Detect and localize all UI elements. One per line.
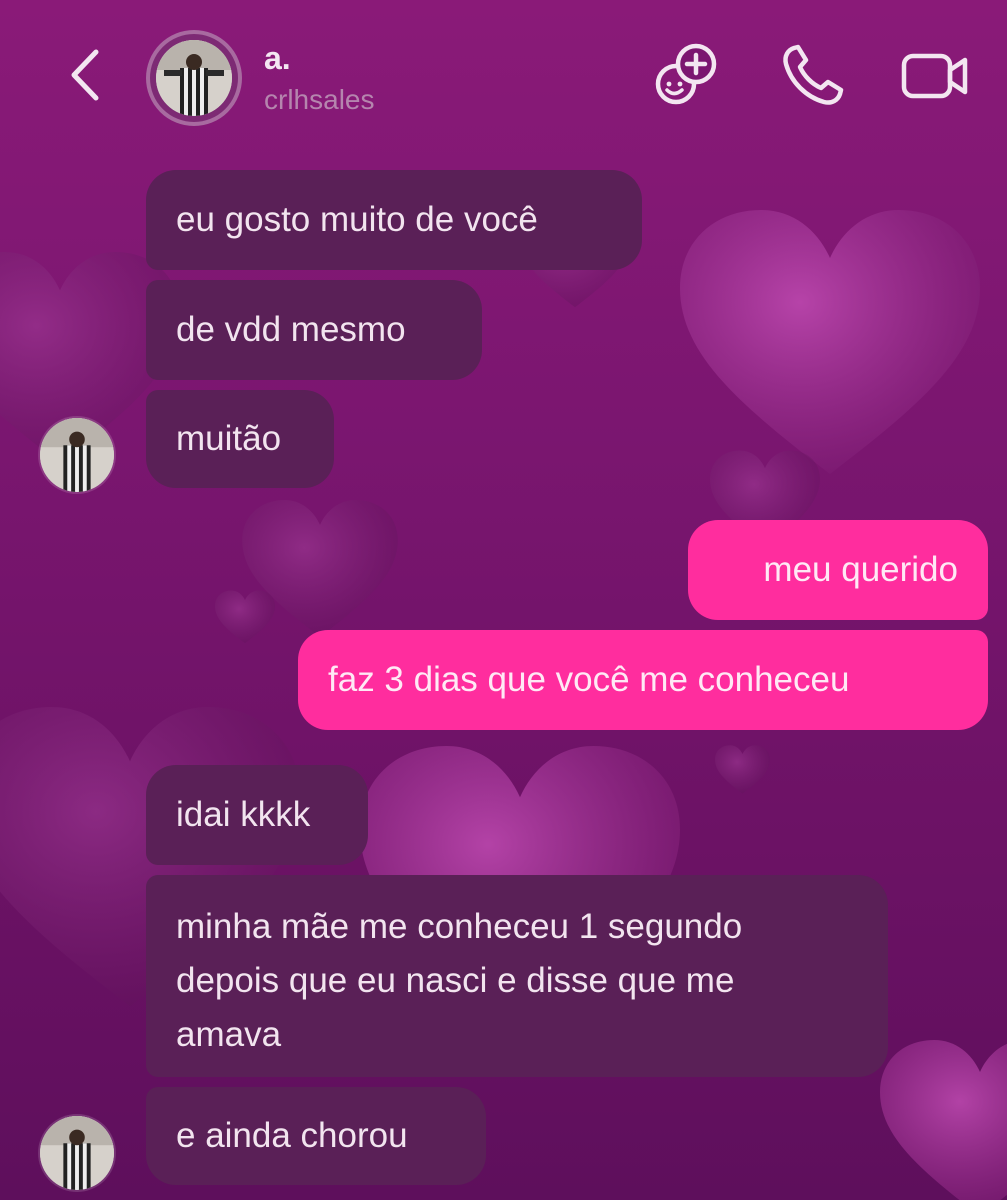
message-received[interactable]: de vdd mesmo <box>146 280 482 380</box>
contact-avatar[interactable] <box>146 30 242 126</box>
message-received[interactable]: idai kkkk <box>146 765 368 865</box>
message-line: amava <box>176 1015 282 1054</box>
video-camera-icon[interactable] <box>900 40 970 110</box>
chat-header: a. crlhsales <box>0 0 1007 150</box>
back-chevron-icon[interactable] <box>62 44 112 106</box>
message-received[interactable]: e ainda chorou <box>146 1087 486 1185</box>
message-line: minha mãe me conheceu 1 segundo <box>176 907 743 946</box>
message-line: depois que eu nasci e disse que me <box>176 961 735 1000</box>
sender-avatar[interactable] <box>40 1116 114 1190</box>
phone-icon[interactable] <box>778 40 848 110</box>
add-friend-sticker-icon[interactable] <box>652 40 722 110</box>
contact-display-name[interactable]: a. <box>264 40 291 77</box>
contact-username[interactable]: crlhsales <box>264 84 374 116</box>
message-sent[interactable]: faz 3 dias que você me conheceu <box>298 630 988 730</box>
message-sent[interactable]: meu querido <box>688 520 988 620</box>
message-received[interactable]: eu gosto muito de você <box>146 170 642 270</box>
sender-avatar[interactable] <box>40 418 114 492</box>
message-received-multiline[interactable]: minha mãe me conheceu 1 segundo depois q… <box>146 875 888 1077</box>
avatar-photo <box>156 40 232 116</box>
message-received[interactable]: muitão <box>146 390 334 488</box>
